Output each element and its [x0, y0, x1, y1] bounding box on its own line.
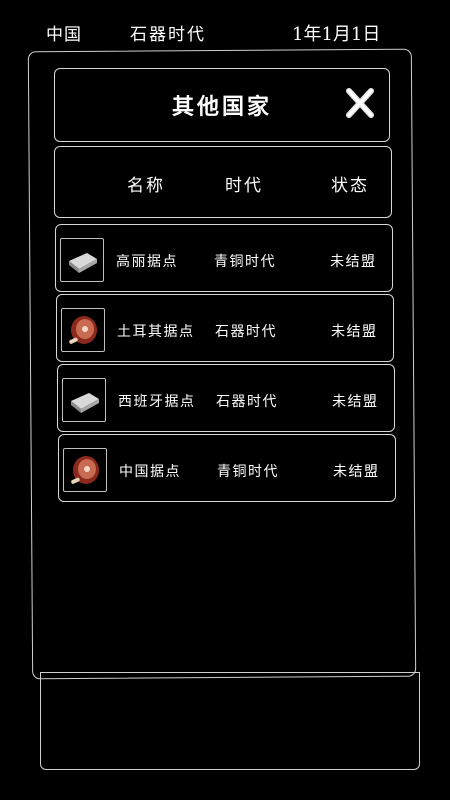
bottom-panel: [40, 672, 420, 770]
dialog-title-bar: 其他国家: [54, 68, 390, 142]
close-button[interactable]: [345, 86, 375, 120]
top-status-bar: 中国 石器时代 1年1月1日: [0, 0, 450, 50]
country-row[interactable]: 中国据点 青铜时代 未结盟: [58, 434, 396, 502]
player-country: 中国: [46, 25, 82, 45]
game-date: 1年1月1日: [292, 24, 381, 45]
country-row[interactable]: 高丽据点 青铜时代 未结盟: [55, 224, 393, 292]
country-row[interactable]: 土耳其据点 石器时代 未结盟: [56, 294, 394, 362]
ham-meat-icon: [63, 448, 107, 492]
country-row[interactable]: 西班牙据点 石器时代 未结盟: [57, 364, 395, 432]
country-era: 石器时代: [216, 394, 278, 410]
close-icon: [346, 88, 374, 118]
table-header: 名称 时代 状态: [54, 146, 392, 218]
dialog-title: 其他国家: [171, 94, 272, 120]
alliance-status: 未结盟: [333, 464, 380, 480]
country-era: 石器时代: [215, 324, 277, 340]
silver-ingot-icon: [62, 378, 106, 422]
alliance-status: 未结盟: [332, 394, 379, 410]
country-name: 中国据点: [119, 464, 181, 480]
country-name: 土耳其据点: [117, 324, 195, 340]
current-era: 石器时代: [130, 25, 206, 45]
column-header-era: 时代: [225, 176, 263, 196]
silver-ingot-icon: [60, 238, 104, 282]
column-header-name: 名称: [127, 176, 165, 196]
country-name: 高丽据点: [116, 254, 178, 270]
country-era: 青铜时代: [214, 254, 276, 270]
country-name: 西班牙据点: [118, 394, 196, 410]
alliance-status: 未结盟: [331, 324, 378, 340]
ham-meat-icon: [61, 308, 105, 352]
country-era: 青铜时代: [217, 464, 279, 480]
column-header-status: 状态: [331, 176, 369, 196]
alliance-status: 未结盟: [330, 254, 377, 270]
